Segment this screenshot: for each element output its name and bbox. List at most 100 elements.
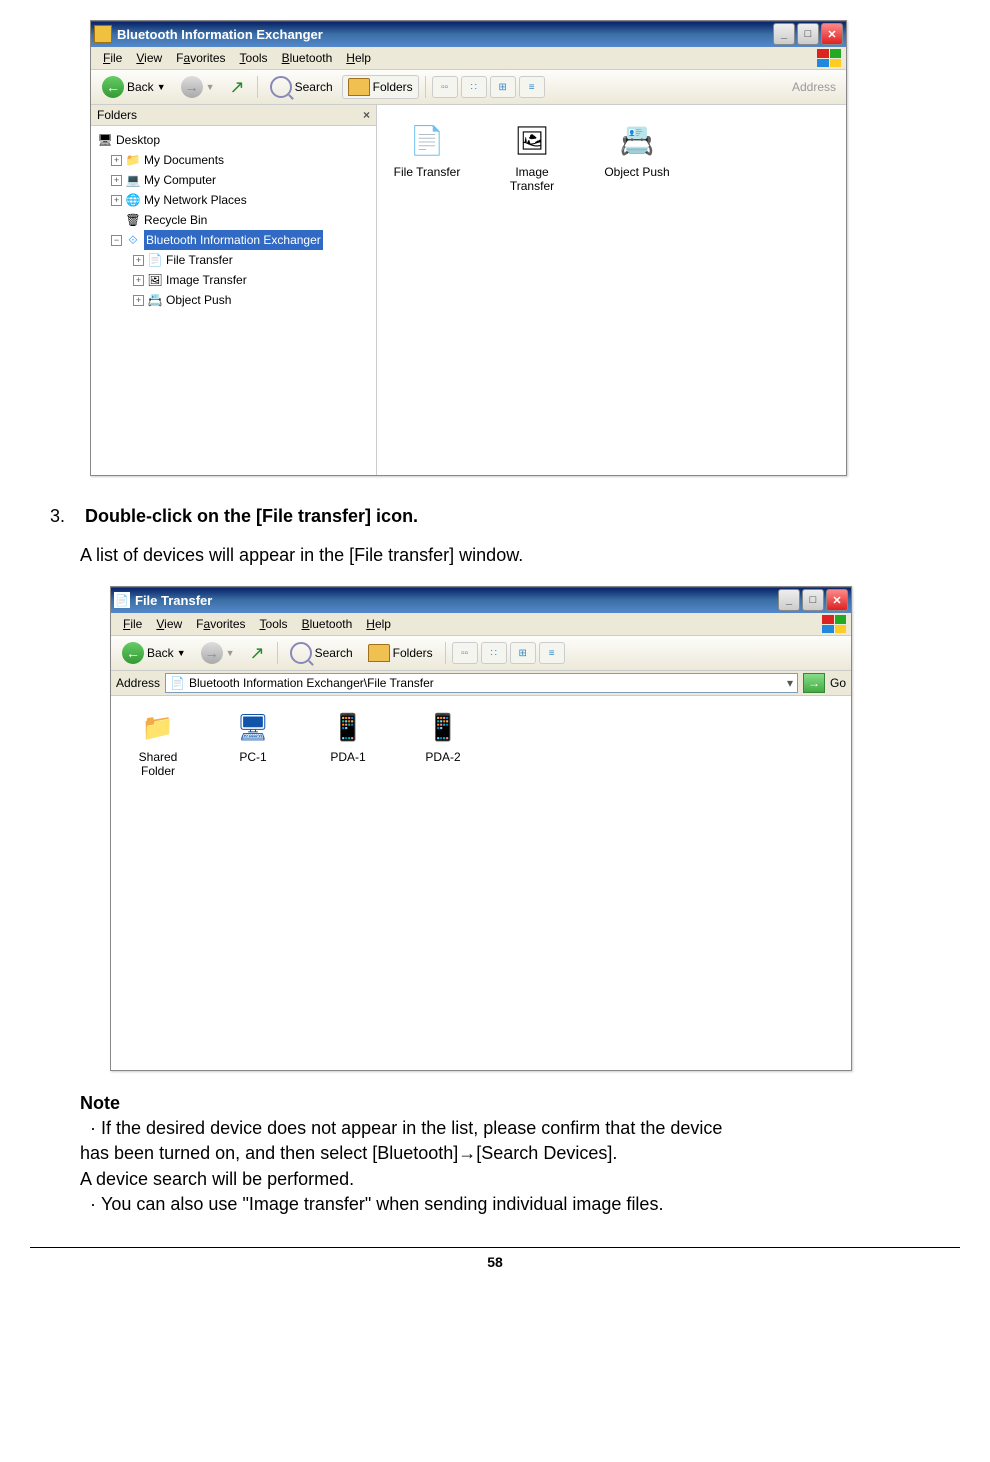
menu-view[interactable]: View [129, 51, 169, 65]
tree-desktop[interactable]: Desktop [116, 130, 160, 150]
view-button-4[interactable]: ≡ [539, 642, 565, 664]
back-button[interactable]: ←Back ▼ [96, 73, 172, 101]
menu-favorites[interactable]: Favorites [169, 51, 232, 65]
tree-network-places[interactable]: My Network Places [144, 190, 247, 210]
tree-object-push[interactable]: Object Push [166, 290, 231, 310]
go-button[interactable]: → [803, 673, 825, 693]
titlebar[interactable]: Bluetooth Information Exchanger _ □ ✕ [91, 21, 846, 47]
content-area: 📁Shared Folder 🖥PC-1 📱PDA-1 📱PDA-2 [111, 696, 851, 1070]
menu-file[interactable]: File [116, 617, 149, 631]
menubar: File View Favorites Tools Bluetooth Help [91, 47, 846, 70]
address-path: Bluetooth Information Exchanger\File Tra… [189, 676, 434, 690]
menu-tools[interactable]: Tools [233, 51, 275, 65]
window-title: File Transfer [135, 593, 212, 608]
close-button[interactable]: ✕ [821, 23, 843, 45]
expand-icon[interactable]: + [111, 155, 122, 166]
address-input[interactable]: 📄 Bluetooth Information Exchanger\File T… [165, 673, 798, 693]
folders-panel: Folders × 🖥Desktop +📁My Documents +💻My Co… [91, 105, 377, 475]
folder-tree[interactable]: 🖥Desktop +📁My Documents +💻My Computer +🌐… [91, 126, 376, 314]
recycle-icon: 🗑 [125, 212, 141, 228]
search-icon [290, 642, 312, 664]
image-transfer-item[interactable]: 🖼Image Transfer [492, 120, 572, 193]
forward-button[interactable]: →▼ [195, 639, 241, 667]
object-push-item[interactable]: 📇Object Push [597, 120, 677, 179]
up-button[interactable]: ↗ [224, 74, 251, 101]
menu-bluetooth[interactable]: Bluetooth [295, 617, 360, 631]
file-transfer-icon: 📄 [147, 252, 163, 268]
tree-recycle-bin[interactable]: Recycle Bin [144, 210, 207, 230]
menubar: File View Favorites Tools Bluetooth Help [111, 613, 851, 636]
tree-my-documents[interactable]: My Documents [144, 150, 224, 170]
address-label: Address [116, 676, 160, 690]
view-button-1[interactable]: ▫▫ [452, 642, 478, 664]
expand-icon[interactable]: + [133, 255, 144, 266]
computer-icon: 💻 [125, 172, 141, 188]
close-panel-button[interactable]: × [363, 108, 370, 122]
device-pc-1[interactable]: 🖥PC-1 [218, 708, 288, 764]
tree-bluetooth-exchanger[interactable]: Bluetooth Information Exchanger [144, 230, 323, 250]
menu-favorites[interactable]: Favorites [189, 617, 252, 631]
pda-icon: 📱 [424, 708, 462, 746]
image-transfer-icon: 🖼 [147, 272, 163, 288]
view-button-2[interactable]: ∷ [481, 642, 507, 664]
search-button[interactable]: Search [284, 639, 359, 667]
note-line-1: · If the desired device does not appear … [80, 1116, 960, 1141]
file-transfer-item[interactable]: 📄File Transfer [387, 120, 467, 179]
folders-button[interactable]: Folders [342, 75, 419, 99]
view-button-1[interactable]: ▫▫ [432, 76, 458, 98]
page-footer: 58 [30, 1247, 960, 1270]
tree-my-computer[interactable]: My Computer [144, 170, 216, 190]
minimize-button[interactable]: _ [778, 589, 800, 611]
expand-icon[interactable]: + [133, 295, 144, 306]
note-line-2: has been turned on, and then select [Blu… [80, 1141, 960, 1166]
menu-help[interactable]: Help [359, 617, 398, 631]
tree-image-transfer[interactable]: Image Transfer [166, 270, 247, 290]
go-label: Go [830, 676, 846, 690]
file-transfer-icon: 📄 [407, 120, 447, 160]
content-area: 📄File Transfer 🖼Image Transfer 📇Object P… [377, 105, 846, 475]
device-pda-2[interactable]: 📱PDA-2 [408, 708, 478, 764]
step-description: A list of devices will appear in the [Fi… [80, 545, 960, 566]
device-pda-1[interactable]: 📱PDA-1 [313, 708, 383, 764]
folder-icon: 📁 [139, 708, 177, 746]
expand-icon[interactable]: + [133, 275, 144, 286]
folders-button[interactable]: Folders [362, 641, 439, 665]
tree-file-transfer[interactable]: File Transfer [166, 250, 233, 270]
note-line-4: · You can also use "Image transfer" when… [80, 1192, 960, 1217]
bluetooth-icon: ⟐ [125, 232, 141, 248]
titlebar[interactable]: 📄 File Transfer _ □ ✕ [111, 587, 851, 613]
address-label: Address [792, 80, 841, 94]
object-push-icon: 📇 [617, 120, 657, 160]
menu-bluetooth[interactable]: Bluetooth [275, 51, 340, 65]
expand-icon[interactable]: + [111, 195, 122, 206]
file-transfer-icon: 📄 [170, 676, 185, 690]
menu-tools[interactable]: Tools [253, 617, 295, 631]
forward-button[interactable]: →▼ [175, 73, 221, 101]
folder-icon: 📁 [125, 152, 141, 168]
window-title: Bluetooth Information Exchanger [117, 27, 323, 42]
view-button-3[interactable]: ⊞ [490, 76, 516, 98]
dropdown-icon[interactable]: ▾ [787, 676, 793, 690]
window-file-transfer: 📄 File Transfer _ □ ✕ File View Favorite… [110, 586, 852, 1071]
collapse-icon[interactable]: − [111, 235, 122, 246]
view-button-4[interactable]: ≡ [519, 76, 545, 98]
folders-panel-title: Folders [97, 108, 137, 122]
close-button[interactable]: ✕ [826, 589, 848, 611]
device-shared-folder[interactable]: 📁Shared Folder [123, 708, 193, 778]
menu-help[interactable]: Help [339, 51, 378, 65]
view-button-3[interactable]: ⊞ [510, 642, 536, 664]
view-button-2[interactable]: ∷ [461, 76, 487, 98]
minimize-button[interactable]: _ [773, 23, 795, 45]
expand-icon[interactable]: + [111, 175, 122, 186]
menu-file[interactable]: File [96, 51, 129, 65]
maximize-button[interactable]: □ [802, 589, 824, 611]
toolbar: ←Back ▼ →▼ ↗ Search Folders ▫▫ ∷ ⊞ ≡ [111, 636, 851, 671]
menu-view[interactable]: View [149, 617, 189, 631]
maximize-button[interactable]: □ [797, 23, 819, 45]
object-push-icon: 📇 [147, 292, 163, 308]
search-button[interactable]: Search [264, 73, 339, 101]
back-button[interactable]: ←Back ▼ [116, 639, 192, 667]
note-line-3: A device search will be performed. [80, 1167, 960, 1192]
up-button[interactable]: ↗ [244, 640, 271, 667]
search-icon [270, 76, 292, 98]
